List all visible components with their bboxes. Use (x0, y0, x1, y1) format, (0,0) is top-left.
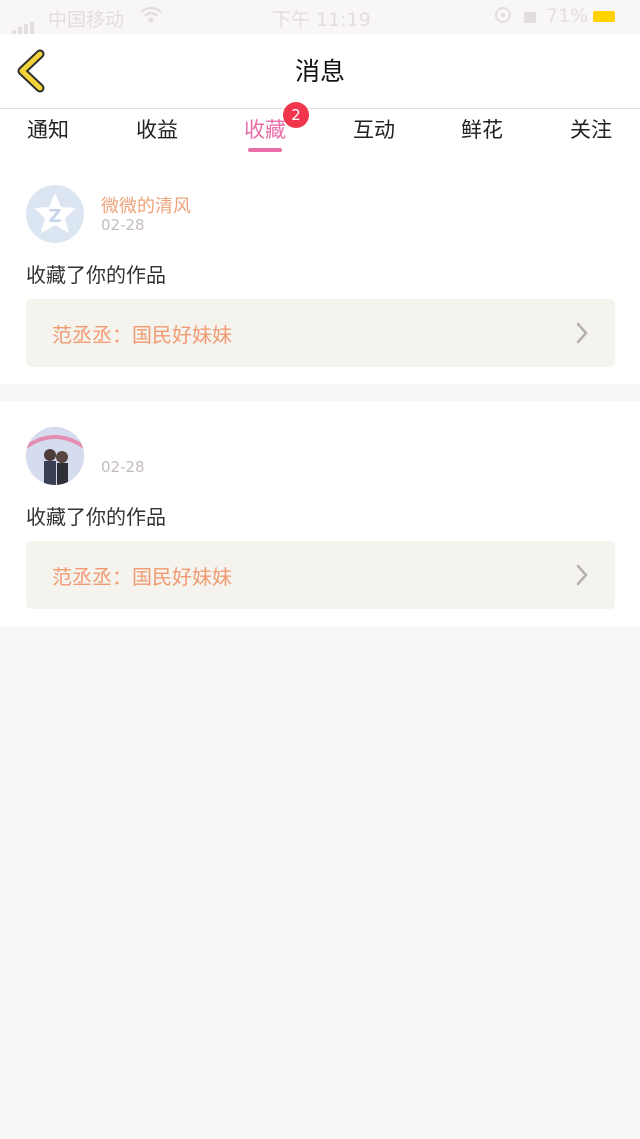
wifi-icon (140, 6, 162, 29)
status-time: 下午 11:19 (272, 9, 371, 31)
signal-icon (12, 12, 42, 34)
work-title: 范丞丞：国民好妹妹 (52, 323, 232, 347)
active-tab-indicator (248, 148, 282, 152)
action-text: 收藏了你的作品 (26, 263, 166, 287)
carrier-label: 中国移动 (48, 9, 125, 31)
battery-percent: 71% (546, 5, 589, 27)
avatar[interactable]: Z (26, 185, 84, 243)
message-card: Z 微微的清风 02-28 收藏了你的作品 范丞丞：国民好妹妹 (0, 159, 640, 384)
alarm-icon (494, 6, 512, 29)
tab-label: 互动 (353, 118, 395, 142)
message-date: 02-28 (101, 216, 145, 234)
tab-follows[interactable]: 关注 (546, 109, 636, 159)
qq-star-avatar-icon: Z (34, 193, 76, 233)
page-title: 消息 (294, 57, 345, 86)
tab-notifications[interactable]: 通知 (3, 109, 93, 159)
tab-label: 收藏 (244, 118, 286, 142)
battery-icon (593, 11, 615, 22)
tab-label: 鲜花 (461, 118, 503, 142)
tab-flowers[interactable]: 鲜花 (437, 109, 527, 159)
tab-interactions[interactable]: 互动 (329, 109, 419, 159)
action-text: 收藏了你的作品 (26, 505, 166, 529)
orientation-lock-icon (522, 6, 538, 29)
work-title: 范丞丞：国民好妹妹 (52, 565, 232, 589)
avatar[interactable] (26, 427, 84, 485)
status-bar: 中国移动 下午 11:19 71% (0, 0, 640, 34)
unread-badge: 2 (283, 102, 309, 128)
nav-bar: 消息 (0, 34, 640, 109)
photo-avatar-icon (26, 427, 84, 485)
tab-label: 关注 (570, 118, 612, 142)
tab-label: 通知 (27, 118, 69, 142)
work-link[interactable]: 范丞丞：国民好妹妹 (26, 541, 615, 609)
tab-bar: 通知 收益 收藏 互动 鲜花 关注 2 (0, 102, 640, 159)
tab-earnings[interactable]: 收益 (112, 109, 202, 159)
tab-label: 收益 (136, 118, 178, 142)
chevron-right-icon (576, 322, 588, 344)
chevron-right-icon (576, 564, 588, 586)
svg-text:Z: Z (48, 206, 61, 227)
work-link[interactable]: 范丞丞：国民好妹妹 (26, 299, 615, 367)
message-date: 02-28 (101, 458, 145, 476)
username[interactable]: 微微的清风 (101, 192, 191, 218)
message-card: 02-28 收藏了你的作品 范丞丞：国民好妹妹 (0, 401, 640, 626)
